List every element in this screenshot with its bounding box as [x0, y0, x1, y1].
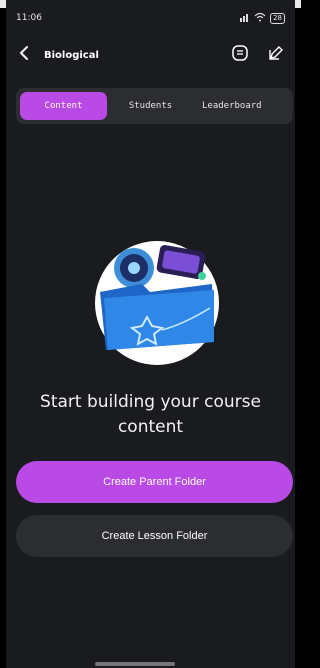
chat-button[interactable]	[229, 44, 251, 66]
empty-state-line-1: Start building your course	[40, 392, 261, 412]
tab-bar: Content Students Leaderboard	[16, 88, 293, 124]
create-parent-folder-button[interactable]: Create Parent Folder	[16, 461, 293, 503]
page-title: Biological	[44, 49, 99, 61]
home-indicator[interactable]	[95, 662, 175, 666]
back-button[interactable]	[6, 40, 42, 70]
empty-state-illustration	[92, 238, 222, 368]
status-icons: 28	[234, 12, 285, 24]
status-time: 11:06	[16, 13, 42, 23]
edit-button[interactable]	[265, 44, 287, 66]
wifi-icon	[254, 12, 266, 24]
chevron-left-icon	[18, 45, 30, 65]
app-screen: 11:06 28 Biological Content Students Lea…	[6, 0, 295, 668]
empty-state-message: Start building your course content	[6, 390, 295, 440]
empty-state-line-2: content	[117, 417, 184, 437]
chat-icon	[231, 44, 249, 66]
tab-students[interactable]: Students	[107, 92, 194, 120]
tab-leaderboard[interactable]: Leaderboard	[194, 92, 289, 120]
signal-icon	[234, 12, 250, 24]
create-lesson-folder-button[interactable]: Create Lesson Folder	[16, 515, 293, 557]
tab-content[interactable]: Content	[20, 92, 107, 120]
header-actions	[229, 44, 287, 66]
status-bar: 11:06 28	[6, 8, 295, 28]
app-header: Biological	[6, 40, 295, 70]
edit-icon	[267, 44, 285, 66]
battery-icon: 28	[270, 12, 285, 24]
